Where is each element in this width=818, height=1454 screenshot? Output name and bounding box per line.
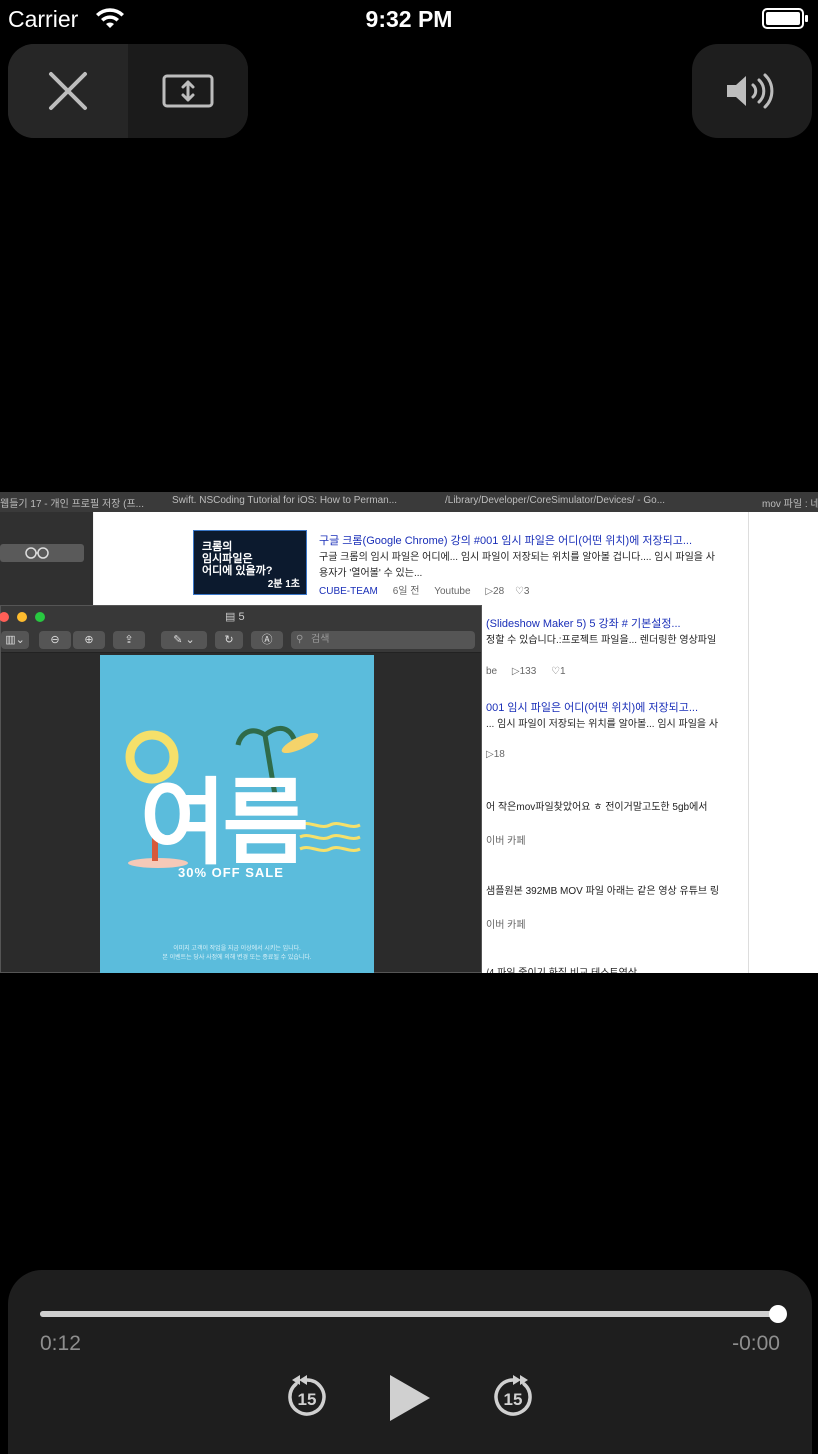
result-source: CUBE-TEAM [319,586,378,597]
video-tab: 웹들기 17 - 개인 프로필 저장 (프... [0,499,144,510]
result-likes: ♡3 [514,586,530,597]
result-meta: 이버 카페 [486,920,526,931]
preview-toolbar: ▥⌄ ⊖ ⊕ ⇪ ✎ ⌄ ↻ Ⓐ ⚲ 검색 [1,628,481,653]
close-button[interactable] [8,44,128,138]
search-placeholder: 검색 [311,634,330,645]
result-plays: ▷133 [511,666,537,677]
result-snippet: 어 작은mov파일찾았어요 ㅎ 전이거말고도한 5gb에서 [486,802,708,813]
result-meta: CUBE-TEAM 6일 전 Youtube ▷28 ♡3 [319,582,529,597]
preview-window: ▤ 5 ▥⌄ ⊖ ⊕ ⇪ ✎ ⌄ ↻ Ⓐ ⚲ 검색 여름 30% OFF SAL… [0,605,482,973]
document-icon: ▤ [225,611,239,623]
share-icon: ⇪ [113,631,145,649]
clock: 9:32 PM [365,6,453,32]
result-meta: be ▷133 ♡1 [486,666,566,677]
search-icon: ⚲ [296,634,304,645]
close-dot-icon [0,612,9,622]
battery-icon [762,8,808,29]
skip-forward-button[interactable]: 15 [490,1374,536,1420]
poster-sale-text: 30% OFF SALE [178,865,284,880]
playback-controls: 0:12 -0:00 15 15 [8,1270,812,1454]
scrubber-knob[interactable] [769,1305,787,1323]
volume-button[interactable] [692,44,812,138]
result-plays: ▷18 [486,749,505,760]
result-snippet: 구글 크롬의 임시 파일은 어디에... 임시 파일이 저장되는 위치를 알아볼… [319,552,715,563]
video-tab: Swift. NSCoding Tutorial for iOS: How to… [172,495,398,506]
scrubber-track[interactable] [40,1305,787,1323]
result-snippet: 샘플원본 392MB MOV 파일 아래는 같은 영상 유튜브 링 [486,886,720,897]
video-tab-bar: 웹들기 17 - 개인 프로필 저장 (프... Swift. NSCoding… [0,492,818,512]
close-icon [49,72,87,110]
minimize-dot-icon [17,612,27,622]
preview-titlebar: ▤ 5 [0,606,481,628]
result-site: Youtube [434,586,471,597]
video-tab: /Library/Developer/CoreSimulator/Devices… [445,495,666,506]
summer-sale-poster: 여름 30% OFF SALE 이미지 고객이 작업을 지금 이상에서 시키는 … [100,655,374,973]
result-snippet: 정할 수 있습니다.:프로젝트 파일을... 렌더링한 영상파일 [486,635,717,646]
zoom-dot-icon [35,612,45,622]
glasses-icon [0,544,84,562]
result-title: 구글 크롬(Google Chrome) 강의 #001 임시 파일은 어디(어… [319,535,693,547]
resize-button[interactable] [128,44,248,138]
thumbnail-duration: 2분 1초 [267,579,300,590]
skip-back-button[interactable]: 15 [284,1374,330,1420]
video-thumbnail: 크롬의 임시파일은 어디에 있을까? 2분 1초 [193,530,307,595]
result-snippet: /4 파일 줄이기 화질 비교 테스트영상 [486,964,637,973]
result-snippet: 용자가 '열어볼' 수 있는... [319,568,423,579]
result-plays: ▷28 [485,586,505,597]
result-age: 6일 전 [392,586,420,597]
poster-fine-print: 이미지 고객이 작업을 지금 이상에서 시키는 입니다. 본 이벤트는 당사 사… [162,946,312,961]
remaining-time: -0:00 [732,1332,780,1355]
result-site: be [486,666,498,677]
annotate-icon: Ⓐ [251,631,283,649]
status-bar: Carrier 9:32 PM [0,0,818,40]
video-frame[interactable]: 웹들기 17 - 개인 프로필 저장 (프... Swift. NSCoding… [0,492,818,973]
result-title: (Slideshow Maker 5) 5 강좌 # 기본설정... [486,618,681,630]
volume-icon [727,73,774,109]
result-meta: 이버 카페 [486,836,526,847]
play-icon [390,1375,430,1421]
preview-search-field: ⚲ 검색 [291,631,475,649]
video-right-pane [748,512,818,973]
elapsed-time: 0:12 [40,1332,81,1355]
skip-back-seconds: 15 [298,1390,317,1409]
sidebar-toggle-icon: ▥⌄ [1,631,29,649]
scrubber-fill [40,1311,778,1317]
skip-forward-15-icon: 15 [494,1375,532,1416]
preview-file-name: ▤ 5 [225,610,245,623]
top-control-group [8,44,248,138]
rotate-icon: ↻ [215,631,243,649]
result-likes: ♡1 [551,666,566,677]
markup-pen-icon: ✎ ⌄ [161,631,207,649]
skip-back-15-icon: 15 [288,1375,326,1416]
preview-file-label: 5 [238,611,245,623]
resize-vertical-icon [162,74,214,108]
skip-forward-seconds: 15 [504,1390,523,1409]
result-title: 001 임시 파일은 어디(어떤 위치)에 저장되고... [486,702,699,714]
zoom-in-icon: ⊕ [73,631,105,649]
poster-headline: 여름 [140,769,309,878]
result-snippet: ... 임시 파일이 저장되는 위치를 알아볼... 임시 파일을 사 [486,719,719,730]
video-tab: mov 파일 : 네 [762,499,818,510]
play-button[interactable] [384,1370,434,1421]
thumbnail-title: 크롬의 임시파일은 어디에 있을까? [202,541,273,577]
zoom-out-icon: ⊖ [39,631,71,649]
